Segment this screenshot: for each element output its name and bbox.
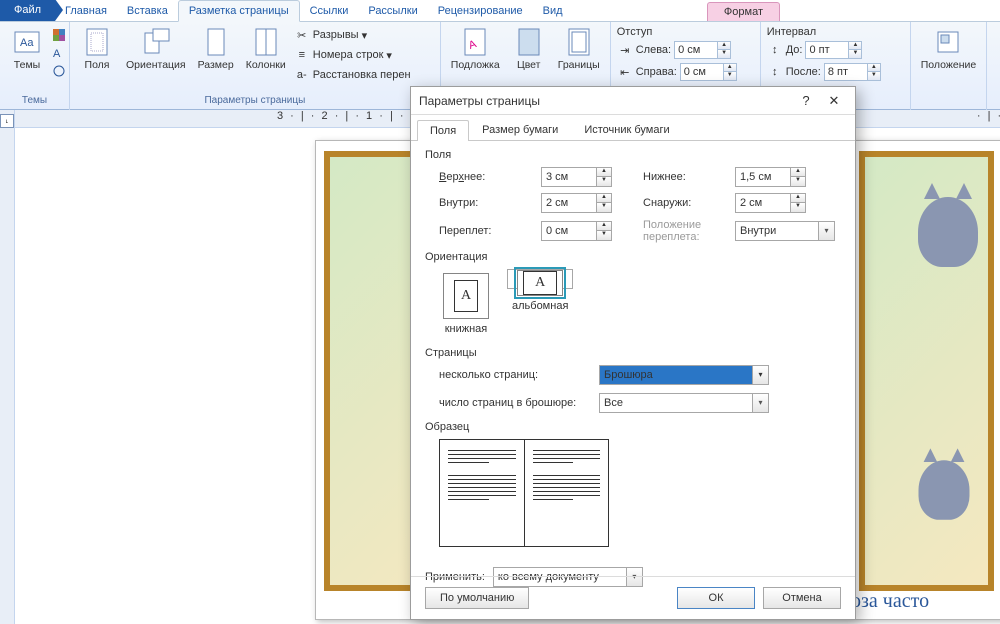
hyphenation-icon: a- xyxy=(294,67,310,83)
theme-effects-icon[interactable] xyxy=(52,64,66,78)
margin-inside-input[interactable] xyxy=(541,193,597,213)
margin-bottom-label: Нижнее: xyxy=(643,171,723,183)
page-borders-icon xyxy=(563,26,595,58)
page-color-button[interactable]: Цвет xyxy=(508,24,550,74)
section-preview-header: Образец xyxy=(425,421,841,433)
indent-right-icon: ⇤ xyxy=(617,64,633,80)
margin-outside-spinner[interactable]: ▲▼ xyxy=(791,193,806,213)
kid-character xyxy=(919,460,970,520)
page-borders-button[interactable]: Границы xyxy=(554,24,604,74)
line-numbers-icon: ≡ xyxy=(294,47,310,63)
ok-button[interactable]: ОК xyxy=(677,587,755,609)
spacing-title: Интервал xyxy=(767,26,904,38)
watermark-button[interactable]: AПодложка xyxy=(447,24,504,74)
default-button[interactable]: По умолчанию xyxy=(425,587,529,609)
page-setup-dialog: Параметры страницы ? ✕ Поля Размер бумаг… xyxy=(410,86,856,620)
help-button[interactable]: ? xyxy=(793,91,819,111)
group-page-setup-label: Параметры страницы xyxy=(76,95,434,108)
indent-left-spinner[interactable]: ▲▼ xyxy=(718,41,731,59)
themes-icon: Aa xyxy=(11,26,43,58)
tab-format[interactable]: Формат xyxy=(707,2,780,21)
preview-pane xyxy=(439,439,609,547)
tab-view[interactable]: Вид xyxy=(533,1,573,21)
margins-button[interactable]: Поля xyxy=(76,24,118,74)
tab-file[interactable]: Файл xyxy=(0,0,55,21)
line-numbers-button[interactable]: ≡Номера строк ▾ xyxy=(294,46,434,64)
dialog-tab-fields[interactable]: Поля xyxy=(417,120,469,141)
page-color-icon xyxy=(513,26,545,58)
gutter-input[interactable] xyxy=(541,221,597,241)
margin-top-label: Верхнее: xyxy=(439,171,529,183)
spacing-before-input[interactable] xyxy=(805,41,849,59)
multi-pages-label: несколько страниц: xyxy=(439,369,589,381)
hyphenation-button[interactable]: a-Расстановка перен xyxy=(294,66,434,84)
margin-inside-label: Внутри: xyxy=(439,197,529,209)
dialog-tab-paper[interactable]: Размер бумаги xyxy=(469,119,571,140)
section-margins-header: Поля xyxy=(425,149,841,161)
spacing-before-spinner[interactable]: ▲▼ xyxy=(849,41,862,59)
tab-references[interactable]: Ссылки xyxy=(300,1,359,21)
spacing-after-input[interactable] xyxy=(824,63,868,81)
spacing-after-icon: ↕ xyxy=(767,64,783,80)
goat-character xyxy=(918,197,978,267)
indent-left-icon: ⇥ xyxy=(617,42,633,58)
margin-outside-label: Снаружи: xyxy=(643,197,723,209)
spacing-before-icon: ↕ xyxy=(767,42,783,58)
theme-fonts-icon[interactable]: A xyxy=(52,46,66,60)
columns-button[interactable]: Колонки xyxy=(242,24,290,74)
section-pages-header: Страницы xyxy=(425,347,841,359)
tab-review[interactable]: Рецензирование xyxy=(428,1,533,21)
dialog-tab-source[interactable]: Источник бумаги xyxy=(571,119,682,140)
indent-title: Отступ xyxy=(617,26,754,38)
gutter-spinner[interactable]: ▲▼ xyxy=(597,221,612,241)
margin-bottom-spinner[interactable]: ▲▼ xyxy=(791,167,806,187)
indent-right-spinner[interactable]: ▲▼ xyxy=(724,63,737,81)
gutter-label: Переплет: xyxy=(439,225,529,237)
position-icon xyxy=(932,26,964,58)
margin-top-input[interactable] xyxy=(541,167,597,187)
margin-top-spinner[interactable]: ▲▼ xyxy=(597,167,612,187)
orientation-landscape[interactable]: A альбомная xyxy=(507,269,573,289)
tab-insert[interactable]: Вставка xyxy=(117,1,178,21)
breaks-icon: ✂ xyxy=(294,27,310,43)
indent-right-input[interactable] xyxy=(680,63,724,81)
multi-pages-select[interactable]: Брошюра▾ xyxy=(599,365,769,385)
tab-mailings[interactable]: Рассылки xyxy=(358,1,427,21)
orientation-button[interactable]: Ориентация xyxy=(122,24,190,74)
watermark-icon: A xyxy=(459,26,491,58)
tab-selector[interactable]: ˪ xyxy=(0,114,14,128)
close-button[interactable]: ✕ xyxy=(821,91,847,111)
gutter-pos-select: Внутри▾ xyxy=(735,221,835,241)
gutter-pos-label: Положение переплета: xyxy=(643,219,723,243)
vertical-ruler-strip: ˪ xyxy=(0,110,15,624)
size-button[interactable]: Размер xyxy=(194,24,238,74)
margins-icon xyxy=(81,26,113,58)
tab-home[interactable]: Главная xyxy=(55,1,117,21)
margin-bottom-input[interactable] xyxy=(735,167,791,187)
svg-text:A: A xyxy=(53,48,61,60)
breaks-button[interactable]: ✂Разрывы ▾ xyxy=(294,26,434,44)
dialog-title: Параметры страницы xyxy=(419,94,791,108)
orientation-icon xyxy=(140,26,172,58)
booklet-sheets-label: число страниц в брошюре: xyxy=(439,397,589,409)
illustration-right xyxy=(859,151,994,591)
margin-inside-spinner[interactable]: ▲▼ xyxy=(597,193,612,213)
margin-outside-input[interactable] xyxy=(735,193,791,213)
size-icon xyxy=(200,26,232,58)
svg-text:Aa: Aa xyxy=(20,37,34,49)
cancel-button[interactable]: Отмена xyxy=(763,587,841,609)
theme-colors-icon[interactable] xyxy=(52,28,66,42)
columns-icon xyxy=(250,26,282,58)
themes-button[interactable]: Aa Темы xyxy=(6,24,48,74)
spacing-after-spinner[interactable]: ▲▼ xyxy=(868,63,881,81)
section-orientation-header: Ориентация xyxy=(425,251,841,263)
orientation-portrait[interactable]: A книжная xyxy=(439,269,493,339)
position-button[interactable]: Положение xyxy=(917,24,981,74)
tab-page-layout[interactable]: Разметка страницы xyxy=(178,0,300,22)
group-themes-label: Темы xyxy=(6,95,63,108)
indent-left-input[interactable] xyxy=(674,41,718,59)
booklet-sheets-select[interactable]: Все▾ xyxy=(599,393,769,413)
page-caption: оза часто xyxy=(851,590,929,613)
